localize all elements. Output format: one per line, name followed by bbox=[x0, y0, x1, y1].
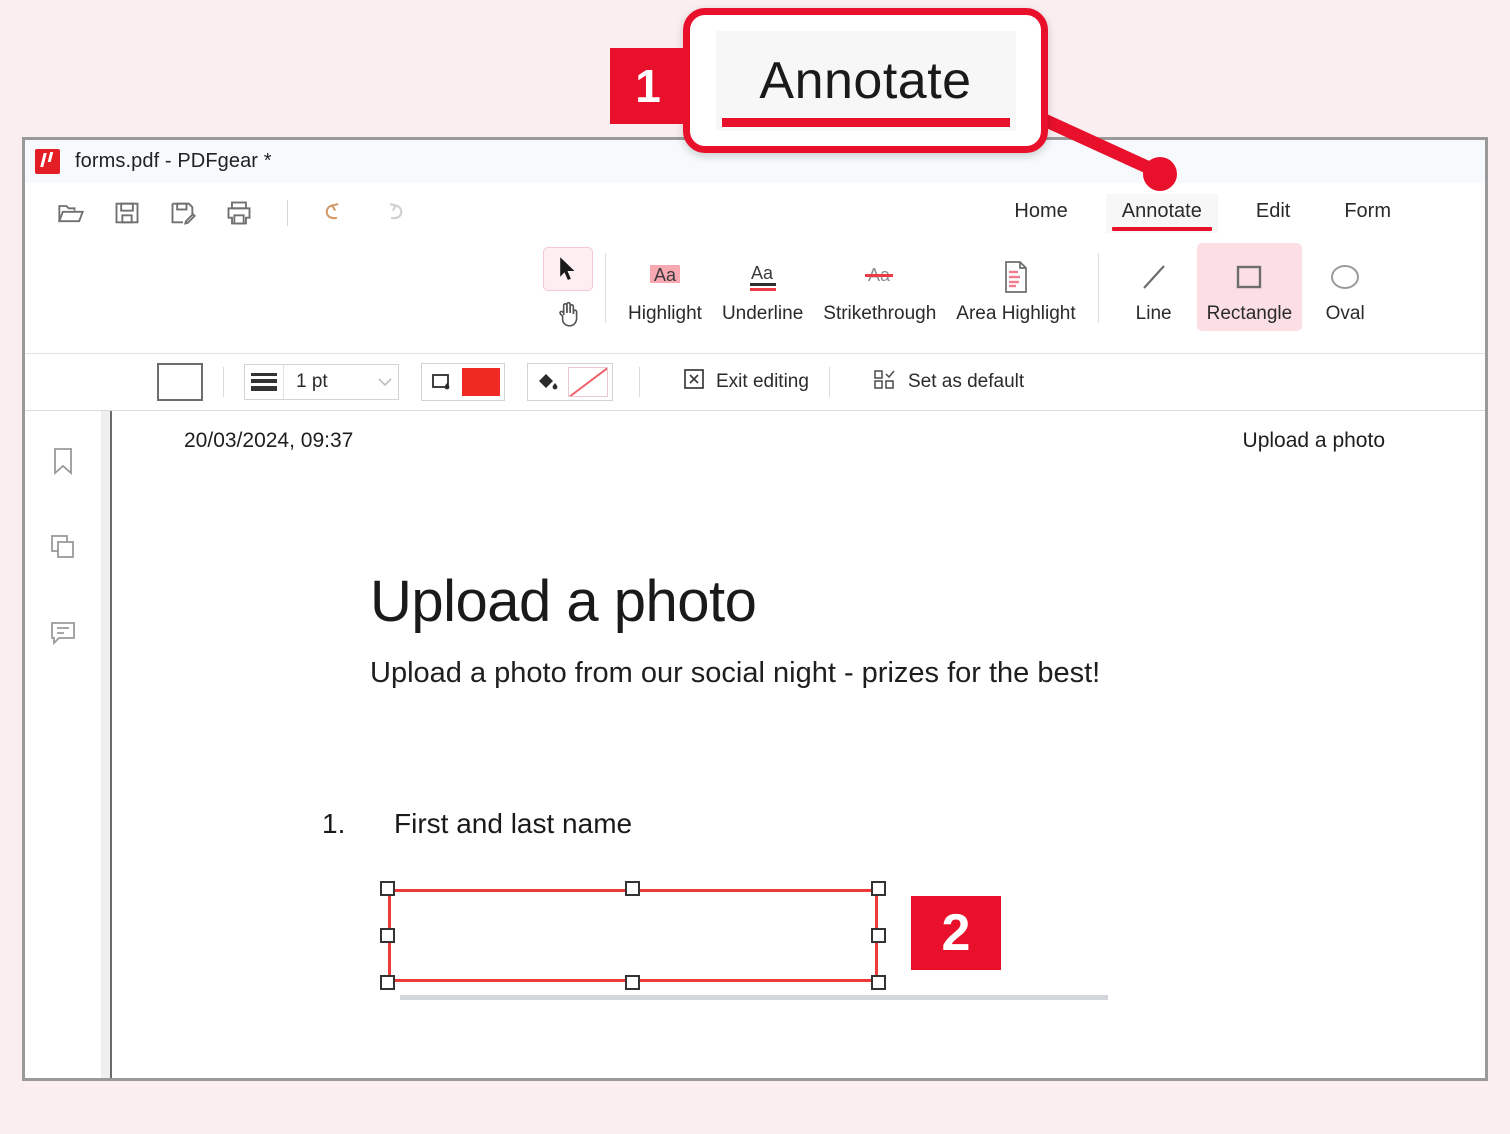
callout-annotate-zoom: Annotate bbox=[683, 8, 1048, 153]
tool-highlight-label: Highlight bbox=[628, 303, 702, 324]
tool-underline[interactable]: Aa Underline bbox=[712, 243, 813, 331]
document-workspace: 20/03/2024, 09:37 Upload a photo Upload … bbox=[25, 411, 1485, 1078]
exit-editing-label: Exit editing bbox=[716, 371, 809, 392]
line-weight-icon bbox=[245, 365, 284, 399]
resize-handle-middle-right[interactable] bbox=[871, 927, 886, 943]
tab-home[interactable]: Home bbox=[998, 194, 1083, 233]
underline-aa-icon: Aa bbox=[739, 253, 787, 301]
svg-text:Aa: Aa bbox=[654, 265, 677, 285]
question-text: First and last name bbox=[394, 808, 633, 839]
annotation-properties-bar: 1 pt Exit editing Set as default bbox=[25, 353, 1485, 411]
rectangle-icon bbox=[1229, 253, 1269, 301]
quick-access-toolbar bbox=[25, 195, 410, 231]
form-field-underline bbox=[400, 995, 1108, 1000]
resize-handle-middle-left[interactable] bbox=[380, 927, 395, 943]
ribbon-divider-2 bbox=[1097, 253, 1099, 323]
annotate-ribbon: Aa Highlight Aa Underline Aa Strikethrou… bbox=[25, 243, 1485, 353]
left-side-rail bbox=[25, 411, 102, 1078]
hand-icon[interactable] bbox=[544, 295, 592, 333]
ribbon-divider-1 bbox=[605, 253, 606, 323]
set-default-icon bbox=[872, 367, 898, 397]
redo-arrow-icon[interactable] bbox=[374, 195, 410, 231]
line-icon bbox=[1134, 253, 1174, 301]
tab-edit[interactable]: Edit bbox=[1240, 194, 1306, 233]
fill-color-group bbox=[527, 363, 613, 401]
step-badge-2: 2 bbox=[911, 896, 1001, 970]
pdfgear-logo-icon bbox=[35, 149, 60, 174]
line-thickness-value: 1 pt bbox=[296, 371, 328, 392]
bookmark-icon[interactable] bbox=[41, 439, 85, 483]
resize-handle-bottom-center[interactable] bbox=[625, 975, 640, 990]
resize-handle-bottom-left[interactable] bbox=[380, 975, 395, 990]
callout-annotate-label: Annotate bbox=[759, 51, 972, 110]
folder-open-icon[interactable] bbox=[53, 195, 89, 231]
tool-underline-label: Underline bbox=[721, 303, 804, 324]
rectangle-preview-icon[interactable] bbox=[157, 363, 203, 401]
resize-handle-top-right[interactable] bbox=[871, 881, 886, 896]
tool-area-highlight[interactable]: Area Highlight bbox=[946, 243, 1085, 331]
save-disk-icon[interactable] bbox=[109, 195, 145, 231]
page-header: 20/03/2024, 09:37 Upload a photo bbox=[112, 429, 1485, 453]
border-color-swatch[interactable] bbox=[462, 368, 500, 396]
tool-line-label: Line bbox=[1135, 303, 1172, 324]
set-default-label: Set as default bbox=[907, 371, 1025, 392]
border-color-icon[interactable] bbox=[422, 370, 462, 394]
close-x-box-icon bbox=[682, 367, 706, 397]
oval-icon bbox=[1323, 253, 1367, 301]
highlight-aa-icon: Aa bbox=[641, 253, 689, 301]
comment-bubble-icon[interactable] bbox=[41, 611, 85, 655]
app-window: forms.pdf - PDFgear * Home Annotate Edit… bbox=[22, 137, 1488, 1081]
step-badge-1: 1 bbox=[610, 48, 686, 124]
chevron-down-icon[interactable] bbox=[372, 376, 398, 388]
tool-oval-label: Oval bbox=[1325, 303, 1365, 324]
pdf-page: 20/03/2024, 09:37 Upload a photo Upload … bbox=[112, 411, 1485, 1078]
line-thickness-select[interactable]: 1 pt bbox=[244, 364, 399, 400]
svg-text:Aa: Aa bbox=[751, 263, 774, 283]
tool-area-highlight-label: Area Highlight bbox=[956, 303, 1076, 324]
tool-strikethrough[interactable]: Aa Strikethrough bbox=[813, 243, 946, 331]
tool-rectangle[interactable]: Rectangle bbox=[1196, 243, 1303, 331]
callout-zoom-content: Annotate bbox=[715, 30, 1016, 131]
page-header-date: 20/03/2024, 09:37 bbox=[184, 429, 354, 452]
arrow-cursor-icon[interactable] bbox=[543, 247, 593, 291]
resize-handle-top-left[interactable] bbox=[380, 881, 395, 896]
pages-copy-icon[interactable] bbox=[41, 525, 85, 569]
callout-active-tab-underline bbox=[721, 117, 1010, 127]
ribbon-tabs: Home Annotate Edit Form bbox=[976, 183, 1485, 243]
question-number: 1. bbox=[322, 808, 346, 839]
fill-bucket-icon[interactable] bbox=[528, 370, 568, 394]
rectangle-annotation-border bbox=[388, 889, 878, 982]
tool-highlight[interactable]: Aa Highlight bbox=[618, 243, 712, 331]
window-title: forms.pdf - PDFgear * bbox=[75, 150, 272, 172]
properties-divider-2 bbox=[639, 367, 640, 397]
document-subtitle: Upload a photo from our social night - p… bbox=[370, 657, 1101, 689]
printer-icon[interactable] bbox=[221, 195, 257, 231]
document-scrollbar[interactable] bbox=[102, 411, 112, 1078]
properties-divider-3 bbox=[828, 367, 830, 397]
resize-handle-bottom-right[interactable] bbox=[871, 975, 886, 990]
tab-form[interactable]: Form bbox=[1328, 194, 1407, 233]
quick-access-toolbar-row: Home Annotate Edit Form bbox=[25, 183, 1485, 243]
tool-rectangle-label: Rectangle bbox=[1206, 303, 1293, 324]
exit-editing-button[interactable]: Exit editing bbox=[682, 367, 809, 397]
question-1: 1. First and last name bbox=[322, 808, 1485, 840]
border-color-group bbox=[421, 363, 505, 401]
toolbar-divider bbox=[287, 200, 288, 226]
set-as-default-button[interactable]: Set as default bbox=[872, 367, 1024, 397]
tool-strikethrough-label: Strikethrough bbox=[823, 303, 937, 324]
fill-color-swatch-none[interactable] bbox=[568, 367, 608, 397]
tool-oval[interactable]: Oval bbox=[1302, 243, 1388, 331]
undo-arrow-icon[interactable] bbox=[318, 195, 354, 231]
properties-divider-1 bbox=[223, 367, 224, 397]
resize-handle-top-center[interactable] bbox=[625, 881, 640, 896]
strikethrough-aa-icon: Aa bbox=[856, 253, 904, 301]
document-title: Upload a photo bbox=[370, 569, 757, 634]
page-header-title: Upload a photo bbox=[1242, 429, 1385, 452]
save-edit-icon[interactable] bbox=[165, 195, 201, 231]
selection-tools-group bbox=[543, 243, 593, 333]
rectangle-annotation[interactable] bbox=[380, 881, 886, 990]
tool-line[interactable]: Line bbox=[1111, 243, 1197, 331]
tab-annotate[interactable]: Annotate bbox=[1105, 193, 1218, 233]
area-highlight-icon bbox=[996, 253, 1036, 301]
